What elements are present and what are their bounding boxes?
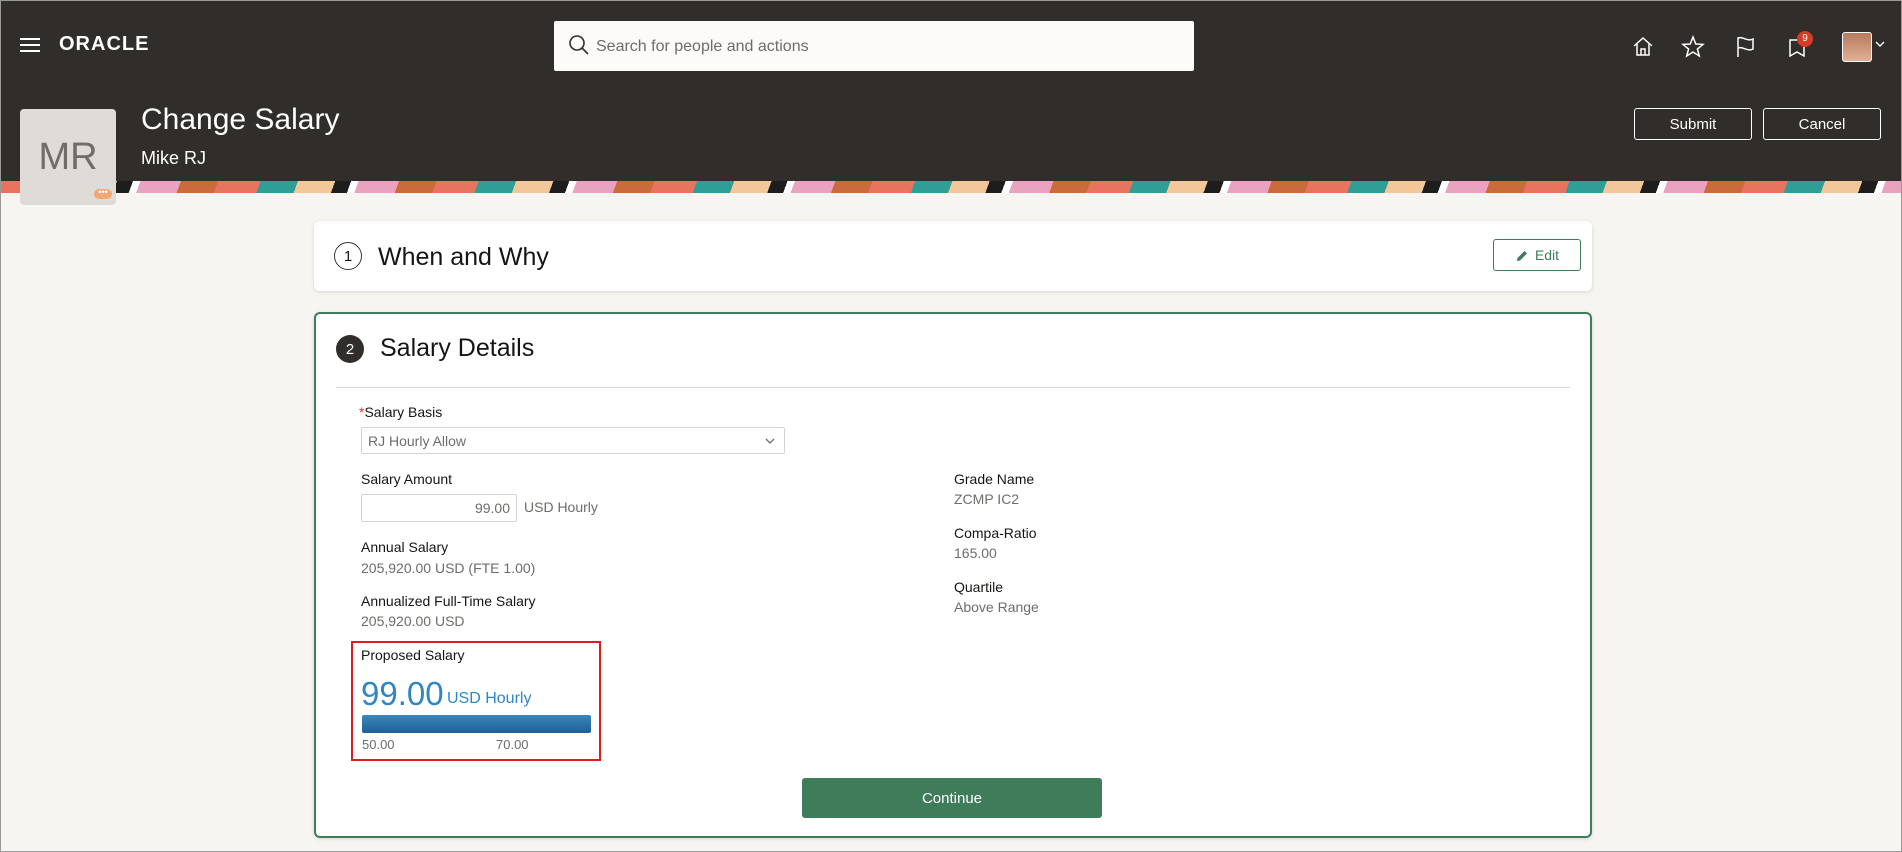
proposed-salary-unit: USD Hourly	[447, 690, 532, 707]
grade-name-value: ZCMP IC2	[954, 491, 1020, 507]
edit-button[interactable]: Edit	[1493, 239, 1581, 271]
salary-amount-label: Salary Amount	[361, 471, 453, 487]
salary-amount-input[interactable]	[361, 494, 517, 522]
star-icon[interactable]	[1680, 34, 1706, 60]
more-icon[interactable]: •••	[94, 188, 112, 199]
quartile-label: Quartile	[954, 579, 1004, 595]
annualized-salary-value: 205,920.00 USD	[361, 613, 465, 629]
pencil-icon	[1516, 251, 1527, 262]
person-avatar[interactable]: MR •••	[20, 109, 116, 205]
edit-label: Edit	[1534, 246, 1560, 263]
annual-salary-label: Annual Salary	[361, 539, 449, 555]
chevron-down-icon	[765, 438, 775, 444]
section-title: Salary Details	[380, 334, 535, 362]
chevron-down-icon[interactable]	[1874, 38, 1886, 50]
compa-ratio-label: Compa-Ratio	[954, 525, 1037, 541]
cancel-button[interactable]: Cancel	[1763, 108, 1881, 140]
global-search	[554, 21, 1194, 73]
salary-range-fill	[362, 715, 591, 733]
notification-count-badge: 9	[1797, 31, 1813, 47]
range-max-value: 70.00	[496, 737, 529, 752]
proposed-salary-value: 99.00	[361, 675, 444, 712]
home-icon[interactable]	[1630, 34, 1656, 60]
user-avatar[interactable]	[1842, 32, 1872, 62]
range-min-value: 50.00	[362, 737, 395, 752]
grade-name-label: Grade Name	[954, 471, 1035, 487]
compa-ratio-value: 165.00	[954, 545, 997, 561]
avatar-initials: MR	[38, 135, 98, 178]
section-divider	[336, 387, 1570, 388]
decorative-banner	[0, 181, 1902, 193]
continue-button[interactable]: Continue	[802, 778, 1102, 818]
salary-amount-unit: USD Hourly	[524, 499, 598, 515]
step-number: 1	[334, 242, 362, 270]
salary-basis-value: RJ Hourly Allow	[368, 433, 467, 449]
annual-salary-value: 205,920.00 USD (FTE 1.00)	[361, 560, 536, 576]
quartile-value: Above Range	[954, 599, 1039, 615]
when-and-why-section: 1 When and Why Edit	[314, 221, 1592, 291]
salary-basis-label: *Salary Basis	[359, 404, 443, 420]
oracle-logo: ORACLE	[59, 33, 150, 55]
menu-icon[interactable]	[20, 38, 40, 54]
global-header: ORACLE 9 Change Salary Mike RJ Submit Ca…	[0, 0, 1902, 181]
salary-range-bar	[362, 715, 591, 733]
salary-details-section: 2 Salary Details *Salary Basis RJ Hourly…	[314, 312, 1592, 838]
page-title: Change Salary	[141, 103, 340, 136]
step-number: 2	[336, 335, 364, 363]
person-name: Mike RJ	[141, 148, 207, 168]
annualized-salary-label: Annualized Full-Time Salary	[361, 593, 536, 609]
proposed-salary-label: Proposed Salary	[361, 647, 465, 663]
search-input[interactable]	[594, 21, 1178, 73]
submit-button[interactable]: Submit	[1634, 108, 1752, 140]
search-icon	[569, 35, 589, 55]
section-title: When and Why	[378, 243, 549, 271]
salary-basis-select[interactable]: RJ Hourly Allow	[361, 427, 785, 454]
flag-icon[interactable]	[1732, 34, 1758, 60]
